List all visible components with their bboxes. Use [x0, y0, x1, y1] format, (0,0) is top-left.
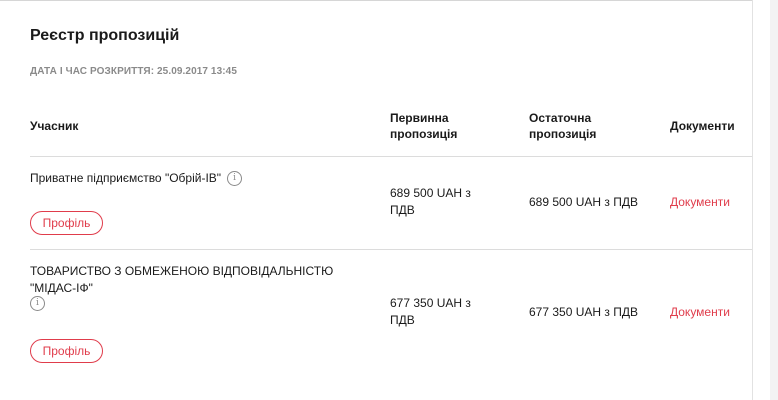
info-icon[interactable]: i [227, 171, 243, 187]
final-offer-value: 689 500 UAH з ПДВ [529, 195, 638, 209]
column-header-final-offer: Остаточна пропозиція [529, 111, 597, 141]
right-border [752, 0, 753, 400]
proposals-registry-card: Реєстр пропозицій ДАТА І ЧАС РОЗКРИТТЯ: … [0, 0, 770, 400]
column-header-initial-offer: Первинна пропозиція [390, 111, 458, 141]
profile-button[interactable]: Профіль [30, 339, 103, 363]
profile-button[interactable]: Профіль [30, 211, 103, 235]
column-header-documents: Документи [670, 119, 735, 133]
registry-title: Реєстр пропозицій [30, 27, 180, 44]
participant-name: Приватне підприємство "Обрій-ІВ" i [30, 170, 360, 187]
opening-datetime: ДАТА І ЧАС РОЗКРИТТЯ: 25.09.2017 13:45 [30, 66, 238, 77]
row-divider [30, 156, 752, 157]
column-header-participant: Учасник [30, 119, 79, 133]
documents-link[interactable]: Документи [670, 194, 730, 211]
documents-link[interactable]: Документи [670, 304, 730, 321]
participant-name-text: Приватне підприємство "Обрій-ІВ" [30, 171, 222, 185]
participant-name: ТОВАРИСТВО З ОБМЕЖЕНОЮ ВІДПОВІДАЛЬНІСТЮ … [30, 264, 334, 295]
info-icon[interactable]: i [30, 296, 45, 311]
final-offer-value: 677 350 UAH з ПДВ [529, 305, 638, 319]
initial-offer-value: 689 500 UAH з ПДВ [390, 186, 471, 217]
top-border [0, 0, 752, 1]
row-divider [30, 249, 752, 250]
initial-offer-value: 677 350 UAH з ПДВ [390, 296, 471, 327]
